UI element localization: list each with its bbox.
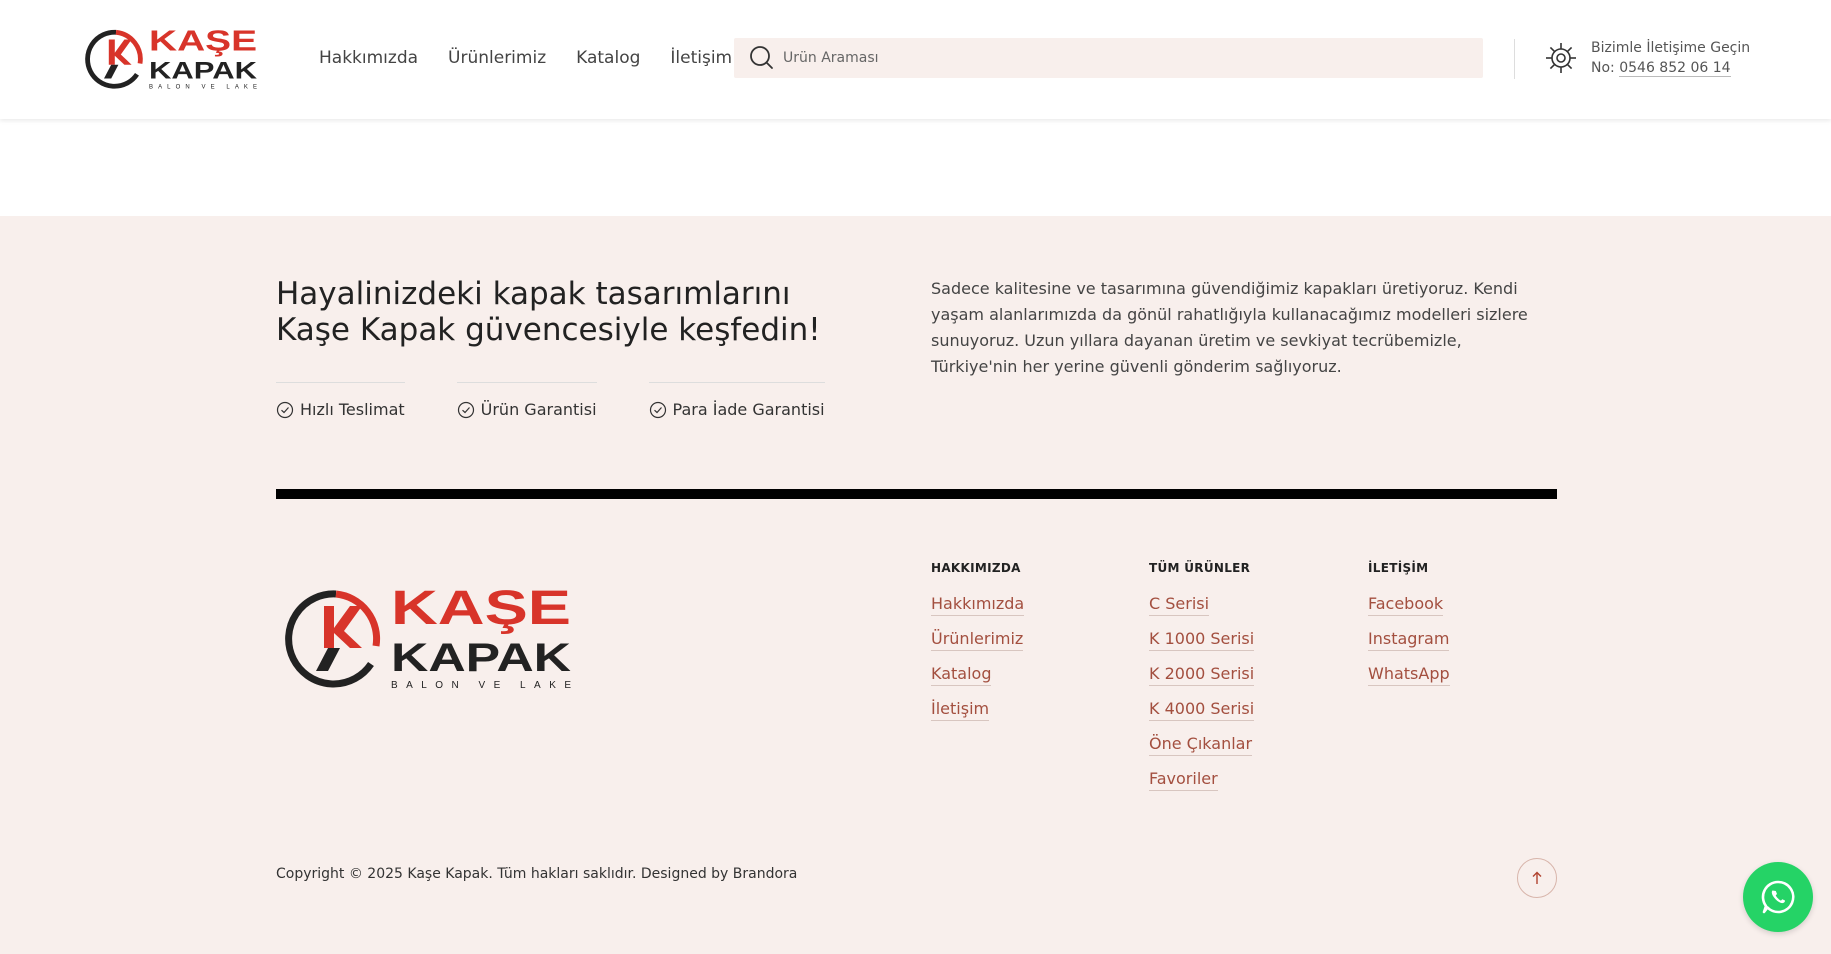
phone-prefix: No: — [1591, 60, 1615, 76]
copyright-text: Copyright © 2025 Kaşe Kapak. Tüm hakları… — [276, 866, 798, 882]
check-circle-icon — [457, 401, 474, 418]
footer-col-products: TÜM ÜRÜNLER C Serisi K 1000 Serisi K 200… — [1149, 561, 1255, 803]
site-header: KAŞE KAPAK BALON VE LAKE Hakkımızda Ürün… — [0, 0, 1831, 119]
footer-link-iletisim[interactable]: İletişim — [931, 698, 990, 721]
site-footer: Hayalinizdeki kapak tasarımlarını Kaşe K… — [0, 216, 1831, 954]
badge-money-back: Para İade Garantisi — [648, 382, 825, 419]
footer-link-whatsapp[interactable]: WhatsApp — [1368, 663, 1450, 686]
footer-link-instagram[interactable]: Instagram — [1368, 628, 1450, 651]
footer-link-k4000[interactable]: K 4000 Serisi — [1149, 698, 1255, 721]
phone-link[interactable]: 0546 852 06 14 — [1619, 60, 1731, 77]
footer-col-about: HAKKIMIZDA Hakkımızda Ürünlerimiz Katalo… — [931, 561, 1025, 733]
footer-col-title: HAKKIMIZDA — [931, 561, 1021, 575]
footer-about-text: Sadece kalitesine ve tasarımına güvendiğ… — [931, 279, 1528, 376]
whatsapp-icon — [1761, 880, 1795, 914]
footer-link-k1000[interactable]: K 1000 Serisi — [1149, 628, 1255, 651]
badge-label: Para İade Garantisi — [672, 400, 825, 419]
footer-link-c-serisi[interactable]: C Serisi — [1149, 593, 1210, 616]
search-icon[interactable] — [749, 45, 775, 71]
footer-col-title: TÜM ÜRÜNLER — [1149, 561, 1251, 575]
arrow-up-icon — [1532, 871, 1542, 884]
svg-text:BALON VE LAKE: BALON VE LAKE — [149, 85, 257, 91]
contact-heading: Bizimle İletişime Geçin — [1591, 40, 1751, 56]
footer-col-title: İLETİŞİM — [1368, 561, 1429, 575]
header-divider — [1514, 39, 1515, 79]
kase-kapak-logo[interactable]: KAŞE KAPAK BALON VE LAKE — [80, 21, 260, 97]
badge-label: Ürün Garantisi — [480, 400, 597, 419]
gear-icon — [1546, 43, 1576, 73]
nav-iletisim[interactable]: İletişim — [670, 48, 732, 68]
footer-tagline: Hayalinizdeki kapak tasarımlarını Kaşe K… — [276, 276, 821, 348]
footer-col-contact: İLETİŞİM Facebook Instagram WhatsApp — [1368, 561, 1450, 698]
footer-link-facebook[interactable]: Facebook — [1368, 593, 1444, 616]
check-circle-icon — [649, 401, 666, 418]
svg-text:KAŞE: KAŞE — [391, 582, 571, 635]
badge-product-warranty: Ürün Garantisi — [456, 382, 597, 419]
footer-divider-bar — [276, 489, 1557, 499]
scroll-to-top-button[interactable] — [1517, 858, 1557, 898]
svg-text:KAPAK: KAPAK — [391, 636, 571, 680]
search-bar — [734, 38, 1483, 78]
badge-fast-delivery: Hızlı Teslimat — [276, 382, 405, 419]
footer-link-k2000[interactable]: K 2000 Serisi — [1149, 663, 1255, 686]
main-nav: Hakkımızda Ürünlerimiz Katalog İletişim — [319, 0, 762, 115]
search-input[interactable] — [783, 50, 1433, 66]
nav-hakkimizda[interactable]: Hakkımızda — [319, 48, 418, 68]
footer-link-favoriler[interactable]: Favoriler — [1149, 768, 1218, 791]
footer-link-one-cikanlar[interactable]: Öne Çıkanlar — [1149, 733, 1253, 756]
badge-label: Hızlı Teslimat — [300, 400, 405, 419]
nav-urunlerimiz[interactable]: Ürünlerimiz — [448, 48, 546, 68]
footer-link-urunlerimiz[interactable]: Ürünlerimiz — [931, 628, 1024, 651]
svg-text:KAPAK: KAPAK — [149, 58, 258, 85]
header-contact: Bizimle İletişime Geçin No: 0546 852 06 … — [1544, 38, 1750, 78]
whatsapp-float-button[interactable] — [1743, 862, 1813, 932]
nav-katalog[interactable]: Katalog — [576, 48, 640, 68]
footer-link-katalog[interactable]: Katalog — [931, 663, 992, 686]
kase-kapak-footer-logo[interactable]: KAŞE KAPAK BALON VE LAKE — [276, 576, 576, 701]
footer-link-hakkimizda[interactable]: Hakkımızda — [931, 593, 1025, 616]
check-circle-icon — [276, 401, 294, 418]
feature-badges: Hızlı Teslimat Ürün Garantisi Para İade … — [276, 382, 877, 419]
svg-text:BALON VE LAKE: BALON VE LAKE — [391, 680, 571, 691]
svg-text:KAŞE: KAŞE — [149, 25, 257, 57]
